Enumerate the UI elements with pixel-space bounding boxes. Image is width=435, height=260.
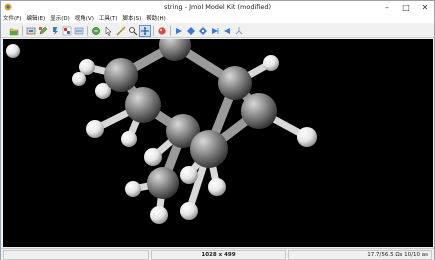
image-icon[interactable]	[62, 26, 72, 36]
menu-file[interactable]: 文件(F)	[3, 14, 21, 22]
menu-tools[interactable]: 工具(T)	[99, 14, 118, 22]
status-bar: 1028 x 499 17.7/56.5 Ωs 10/10 as	[1, 248, 434, 260]
menu-help[interactable]: 帮助(H)	[146, 14, 165, 22]
toolbar-separator	[170, 26, 171, 36]
status-panel-left	[3, 250, 149, 260]
menu-display[interactable]: 显示(D)	[50, 14, 70, 22]
move-icon[interactable]	[139, 25, 151, 37]
menu-script[interactable]: 脚本(S)	[123, 14, 142, 22]
undo-icon[interactable]	[91, 26, 101, 36]
toolbar-separator	[153, 26, 154, 36]
screenshot-icon[interactable]	[26, 26, 36, 36]
app-window: string - Jmol Model Kit (modified) – □ ✕…	[0, 0, 435, 260]
rotate-icon[interactable]	[128, 26, 138, 36]
top-icon[interactable]	[186, 26, 196, 36]
model-kit-icon[interactable]	[157, 26, 167, 36]
close-button[interactable]: ✕	[416, 1, 434, 13]
bottom-icon[interactable]	[198, 26, 208, 36]
measure-icon[interactable]	[116, 26, 126, 36]
toolbar-separator	[87, 26, 88, 36]
edit-icon[interactable]	[38, 26, 48, 36]
menu-bar: 文件(F) 编辑(E) 显示(D) 视角(V) 工具(T) 脚本(S) 帮助(H…	[1, 13, 434, 23]
menu-view[interactable]: 视角(V)	[75, 14, 94, 22]
molecule-3d-view[interactable]	[3, 39, 433, 247]
left-icon[interactable]	[222, 26, 232, 36]
script-icon[interactable]	[50, 26, 60, 36]
front-icon[interactable]	[174, 26, 184, 36]
status-dimensions: 1028 x 499	[151, 250, 286, 260]
window-title: string - Jmol Model Kit (modified)	[163, 3, 272, 11]
right-icon[interactable]	[210, 26, 220, 36]
toolbar	[1, 23, 434, 38]
select-icon[interactable]	[104, 26, 114, 36]
minimize-button[interactable]: –	[378, 1, 396, 13]
maximize-button[interactable]: □	[397, 1, 415, 13]
axis-icon[interactable]	[234, 26, 244, 36]
molecule-viewport[interactable]	[3, 39, 433, 247]
title-bar: string - Jmol Model Kit (modified) – □ ✕	[1, 1, 434, 13]
menu-edit[interactable]: 编辑(E)	[26, 14, 45, 22]
open-icon[interactable]	[9, 26, 19, 36]
console-icon[interactable]	[74, 26, 84, 36]
status-fps: 17.7/56.5 Ωs 10/10 as	[288, 250, 432, 260]
toolbar-separator	[22, 26, 23, 36]
